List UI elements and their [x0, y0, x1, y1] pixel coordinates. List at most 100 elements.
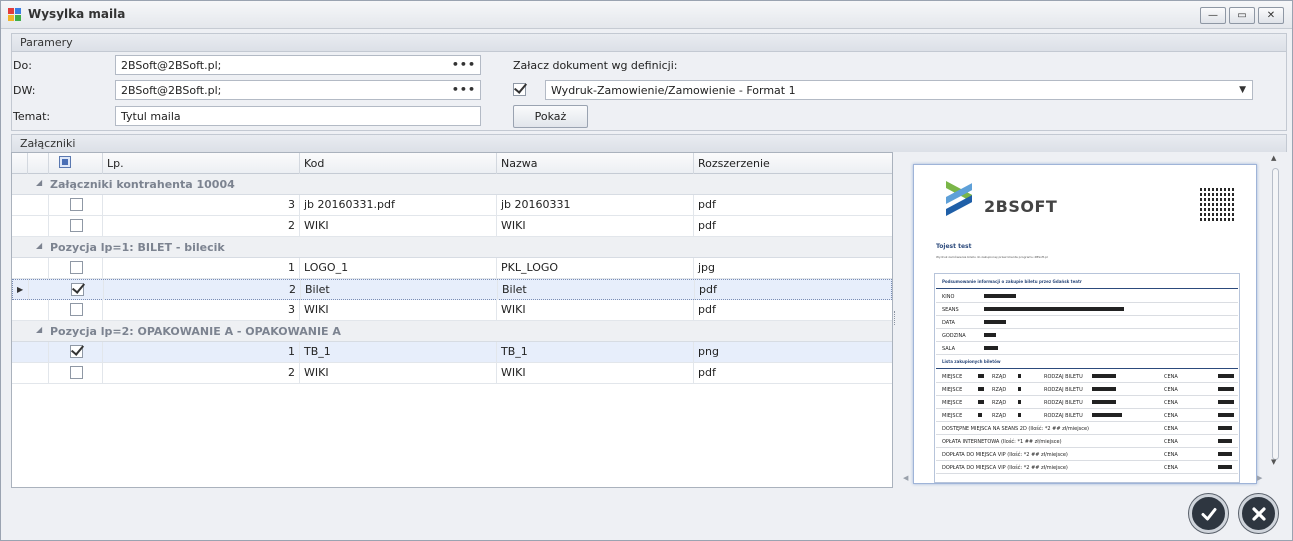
scroll-up-icon[interactable]: ▲ — [1271, 154, 1276, 162]
scroll-left-icon[interactable]: ◀ — [903, 474, 908, 482]
collapse-icon[interactable]: ◢ — [36, 325, 42, 334]
table-row[interactable]: 1 TB_1 TB_1 png — [12, 342, 892, 363]
ticket-row: MIEJSCE RZĄD RODZAJ BILETU CENA — [936, 396, 1238, 409]
partial-check-icon — [62, 159, 68, 165]
row-checkbox[interactable] — [71, 283, 84, 296]
info-row: SEANS — [936, 303, 1238, 316]
group-title: Pozycja lp=1: BILET - bilecik — [50, 241, 225, 254]
group-row[interactable]: ◢ Pozycja lp=2: OPAKOWANIE A - OPAKOWANI… — [12, 321, 892, 342]
cell-ext: pdf — [698, 219, 716, 232]
row-indicator — [12, 342, 49, 362]
cell-lp: 1 — [103, 342, 300, 362]
ticket-row: MIEJSCE RZĄD RODZAJ BILETU CENA — [936, 383, 1238, 396]
extra-row: DOPŁATA DO MIEJSCA VIP (Ilość: *2 ## zł/… — [936, 448, 1238, 461]
cell-kod: Bilet — [301, 280, 498, 300]
table-row[interactable]: 3 jb 20160331.pdf jb 20160331 pdf — [12, 195, 892, 216]
row-check-cell — [49, 342, 103, 362]
close-button[interactable]: ✕ — [1258, 7, 1284, 24]
group-expand-header — [28, 153, 49, 174]
document-preview[interactable]: 2BSOFT Tojest test Wydruk zamówienia bil… — [897, 152, 1287, 488]
row-checkbox[interactable] — [70, 261, 83, 274]
column-kod[interactable]: Kod — [300, 153, 497, 174]
to-field[interactable]: 2BSoft@2BSoft.pl; ••• — [115, 55, 481, 75]
collapse-icon[interactable]: ◢ — [36, 241, 42, 250]
row-check-cell — [49, 258, 103, 278]
select-all-cell — [49, 153, 103, 174]
info-row: GODZINA — [936, 329, 1238, 342]
row-checkbox[interactable] — [70, 303, 83, 316]
table-row[interactable]: 2 WIKI WIKI pdf — [12, 216, 892, 237]
row-checkbox[interactable] — [70, 198, 83, 211]
company-logo-icon — [942, 181, 976, 221]
row-indicator — [12, 300, 49, 320]
ticket-row: MIEJSCE RZĄD RODZAJ BILETU CENA — [936, 409, 1238, 422]
cell-lp: 3 — [103, 300, 300, 320]
attachments-grid: Lp. Kod Nazwa Rozszerzenie ◢ Załączniki … — [11, 152, 893, 488]
cell-lp: 2 — [103, 363, 300, 383]
row-check-cell — [50, 280, 104, 300]
cell-kod: WIKI — [300, 216, 497, 236]
cell-kod: LOGO_1 — [300, 258, 497, 278]
table-row[interactable]: 3 WIKI WIKI pdf — [12, 300, 892, 321]
row-check-cell — [49, 300, 103, 320]
cell-nazwa: WIKI — [497, 300, 694, 320]
row-check-cell — [49, 216, 103, 236]
window-title: Wysylka maila — [28, 7, 126, 21]
cell-nazwa: Bilet — [498, 280, 695, 300]
row-indicator: ▶ — [13, 280, 29, 300]
minimize-button[interactable]: — — [1200, 7, 1226, 24]
preview-page: 2BSOFT Tojest test Wydruk zamówienia bil… — [913, 164, 1257, 484]
definition-combo[interactable]: Wydruk-Zamowienie/Zamowienie - Format 1 … — [545, 80, 1253, 100]
info-row: DATA — [936, 316, 1238, 329]
scroll-right-icon[interactable]: ▶ — [1257, 474, 1262, 482]
qr-code-icon — [1200, 187, 1234, 221]
row-checkbox[interactable] — [70, 366, 83, 379]
column-lp[interactable]: Lp. — [103, 153, 300, 174]
to-value: 2BSoft@2BSoft.pl; — [121, 59, 222, 72]
group-row[interactable]: ◢ Pozycja lp=1: BILET - bilecik — [12, 237, 892, 258]
cell-nazwa: PKL_LOGO — [497, 258, 694, 278]
row-indicator-header — [12, 153, 28, 174]
cancel-button[interactable] — [1239, 494, 1278, 533]
table-row[interactable]: 1 LOGO_1 PKL_LOGO jpg — [12, 258, 892, 279]
row-checkbox[interactable] — [70, 219, 83, 232]
mail-dialog: Wysylka maila — ▭ ✕ Paramery Do: 2BSoft@… — [0, 0, 1293, 541]
cc-field[interactable]: 2BSoft@2BSoft.pl; ••• — [115, 80, 481, 100]
table-row-selected[interactable]: ▶ 2 Bilet Bilet pdf — [12, 279, 892, 300]
company-logo-text: 2BSOFT — [984, 197, 1058, 216]
cc-browse-button[interactable]: ••• — [452, 83, 476, 96]
grid-header: Lp. Kod Nazwa Rozszerzenie — [12, 153, 892, 174]
scroll-thumb[interactable] — [1272, 168, 1279, 460]
scroll-down-icon[interactable]: ▼ — [1271, 458, 1276, 466]
group-title: Załączniki kontrahenta 10004 — [50, 178, 235, 191]
ticket-row: MIEJSCE RZĄD RODZAJ BILETU CENA — [936, 370, 1238, 383]
collapse-icon[interactable]: ◢ — [36, 178, 42, 187]
group-row[interactable]: ◢ Załączniki kontrahenta 10004 — [12, 174, 892, 195]
row-indicator — [12, 258, 49, 278]
cell-lp: 1 — [103, 258, 300, 278]
extra-row: DOSTĘPNE MIEJSCA NA SEANS 2D (Ilość: *2 … — [936, 422, 1238, 435]
column-nazwa[interactable]: Nazwa — [497, 153, 694, 174]
preview-vertical-scrollbar[interactable]: ▲ ▼ — [1269, 152, 1283, 472]
attach-doc-label: Załacz dokument wg definicji: — [513, 59, 678, 72]
chevron-down-icon[interactable]: ▼ — [1239, 85, 1246, 95]
cell-kod: WIKI — [300, 363, 497, 383]
summary-title: Podsumowanie informacji o zakupie biletu… — [936, 275, 1238, 289]
cell-kod: TB_1 — [300, 342, 497, 362]
column-rozszerzenie[interactable]: Rozszerzenie — [694, 153, 892, 174]
maximize-button[interactable]: ▭ — [1229, 7, 1255, 24]
row-indicator — [12, 363, 49, 383]
attach-doc-checkbox[interactable] — [513, 83, 526, 96]
select-all-checkbox[interactable] — [59, 156, 71, 168]
check-icon — [1201, 507, 1216, 520]
subject-field[interactable]: Tytul maila — [115, 106, 481, 126]
row-checkbox[interactable] — [70, 345, 83, 358]
show-button[interactable]: Pokaż — [513, 105, 588, 128]
extra-row: OPŁATA INTERNETOWA (Ilość: *1 ## zł/miej… — [936, 435, 1238, 448]
ok-button[interactable] — [1189, 494, 1228, 533]
cell-nazwa: WIKI — [497, 363, 694, 383]
splitter-handle[interactable] — [894, 311, 896, 325]
table-row[interactable]: 2 WIKI WIKI pdf — [12, 363, 892, 384]
to-browse-button[interactable]: ••• — [452, 58, 476, 71]
cell-kod: WIKI — [300, 300, 497, 320]
